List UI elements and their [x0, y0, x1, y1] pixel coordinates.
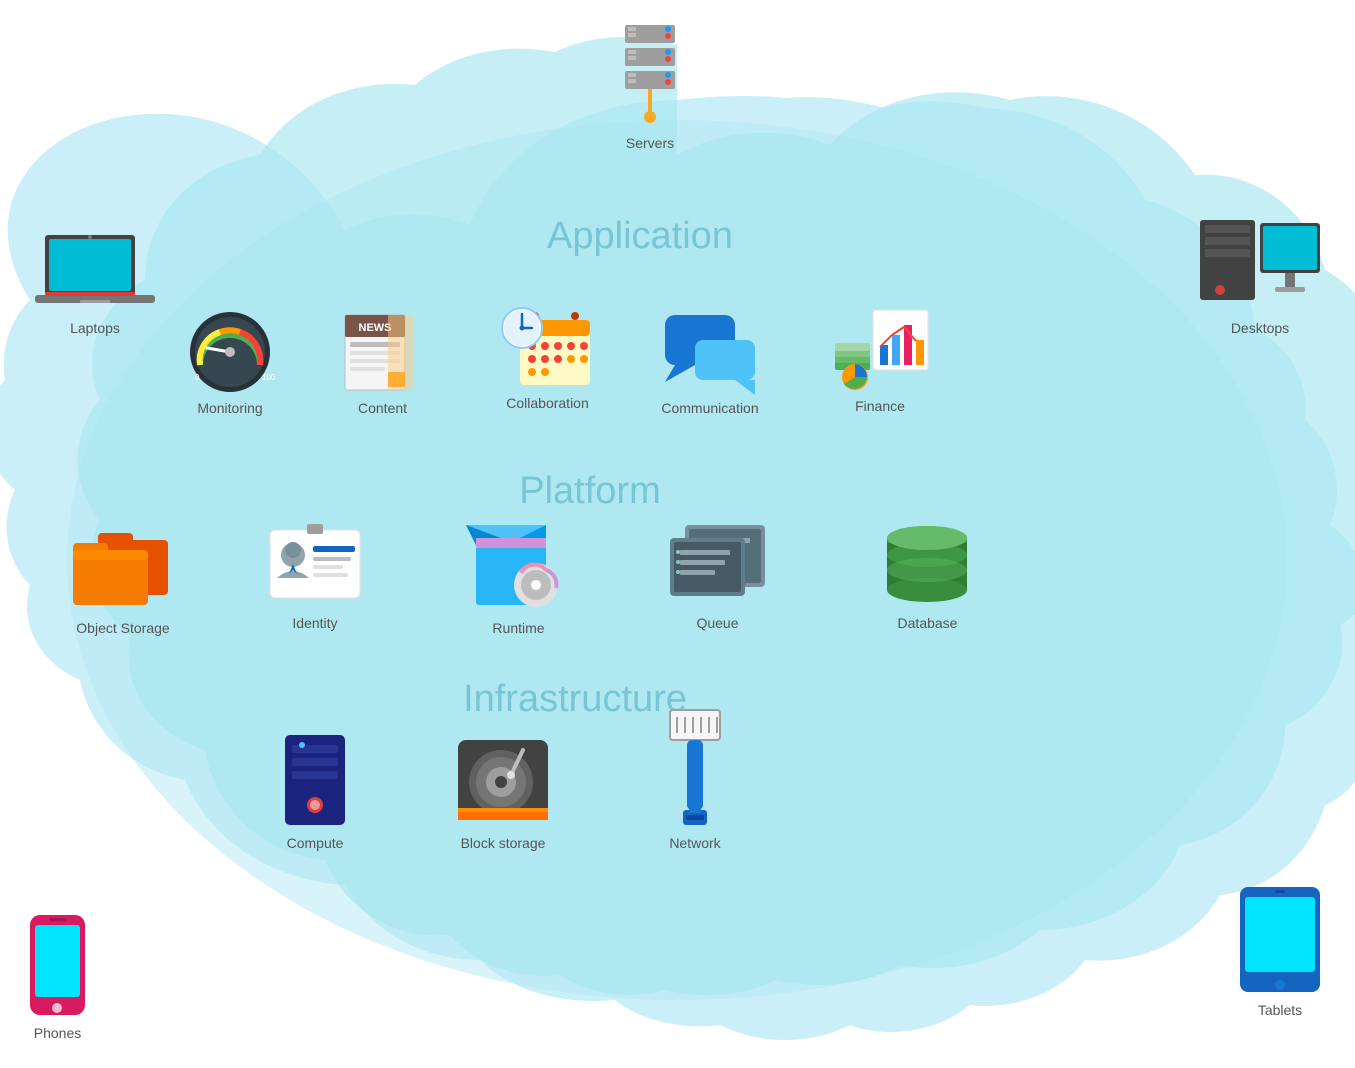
identity-label: Identity [292, 615, 337, 631]
platform-title: Platform [440, 470, 740, 513]
monitoring-label: Monitoring [197, 400, 262, 416]
svg-text:0: 0 [195, 373, 200, 382]
compute-icon [270, 730, 360, 830]
monitoring-icon: 0 100 [185, 310, 275, 395]
collaboration-label: Collaboration [506, 395, 589, 411]
communication-icon [660, 310, 760, 395]
communication-item: Communication [660, 310, 760, 416]
block-storage-item: Block storage [453, 730, 553, 851]
phones-icon [25, 910, 90, 1020]
desktops-item: Desktops [1195, 215, 1325, 336]
desktops-icon [1195, 215, 1325, 315]
tablets-item: Tablets [1235, 882, 1325, 1018]
runtime-item: Runtime [466, 510, 571, 636]
servers-label: Servers [626, 135, 674, 151]
communication-label: Communication [661, 400, 758, 416]
block-storage-icon [453, 730, 553, 830]
content-icon: NEWS [340, 310, 425, 395]
collaboration-icon [500, 300, 595, 390]
queue-label: Queue [696, 615, 738, 631]
network-item: Network [655, 705, 735, 851]
finance-item: Finance [830, 305, 930, 414]
servers-icon [610, 20, 690, 130]
laptops-icon [35, 230, 155, 315]
laptops-label: Laptops [70, 320, 120, 336]
object-storage-icon [68, 525, 178, 615]
identity-icon [265, 520, 365, 610]
identity-item: Identity [265, 520, 365, 631]
content-item: NEWS Content [340, 310, 425, 416]
network-icon [655, 705, 735, 830]
database-icon [880, 520, 975, 610]
block-storage-label: Block storage [461, 835, 546, 851]
compute-label: Compute [287, 835, 344, 851]
object-storage-label: Object Storage [76, 620, 169, 636]
desktops-label: Desktops [1231, 320, 1289, 336]
database-label: Database [898, 615, 958, 631]
servers-item: Servers [610, 20, 690, 151]
compute-item: Compute [270, 730, 360, 851]
runtime-label: Runtime [492, 620, 544, 636]
collaboration-item: Collaboration [500, 300, 595, 411]
finance-icon [830, 305, 930, 393]
phones-item: Phones [25, 910, 90, 1041]
object-storage-item: Object Storage [68, 525, 178, 636]
tablets-icon [1235, 882, 1325, 997]
tablets-label: Tablets [1258, 1002, 1302, 1018]
content-label: Content [358, 400, 407, 416]
laptops-item: Laptops [35, 230, 155, 336]
phones-label: Phones [34, 1025, 81, 1041]
queue-item: Queue [665, 520, 770, 631]
runtime-icon [466, 510, 571, 615]
queue-icon [665, 520, 770, 610]
svg-text:100: 100 [262, 373, 275, 382]
finance-label: Finance [855, 398, 905, 414]
monitoring-item: 0 100 Monitoring [185, 310, 275, 416]
database-item: Database [880, 520, 975, 631]
network-label: Network [669, 835, 720, 851]
application-title: Application [490, 215, 790, 258]
svg-text:NEWS: NEWS [359, 322, 392, 334]
